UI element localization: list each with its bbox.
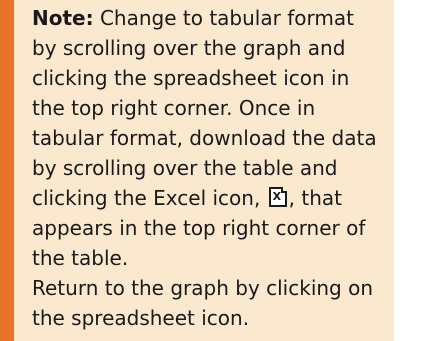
excel-icon: X bbox=[268, 187, 287, 207]
note-return-paragraph: Return to the graph by clicking on the s… bbox=[32, 273, 384, 333]
note-text-part3: Return to the graph by clicking on the s… bbox=[32, 276, 374, 330]
note-box: Note: Change to tabular format by scroll… bbox=[0, 0, 446, 341]
note-panel: Note: Change to tabular format by scroll… bbox=[14, 0, 394, 341]
excel-icon-glyph: X bbox=[272, 190, 282, 203]
note-label: Note: bbox=[32, 6, 94, 30]
note-paragraph: Note: Change to tabular format by scroll… bbox=[32, 3, 384, 273]
note-accent-border bbox=[0, 0, 14, 341]
note-text-part1: Change to tabular format by scrolling ov… bbox=[32, 6, 377, 210]
